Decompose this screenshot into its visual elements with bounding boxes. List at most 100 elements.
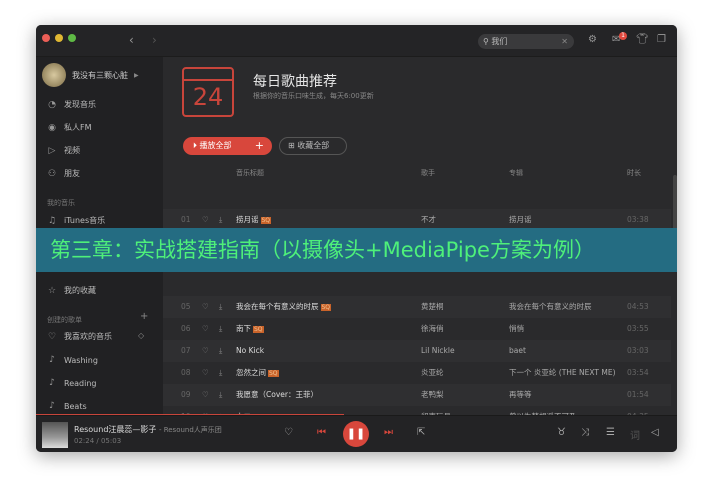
scrollbar[interactable] xyxy=(673,175,677,235)
download-icon[interactable]: ⤓ xyxy=(219,296,222,318)
album-cover[interactable] xyxy=(42,422,68,448)
song-artist[interactable]: Lil Nickle xyxy=(421,340,455,362)
minimize-window-button[interactable] xyxy=(55,34,63,42)
song-album[interactable]: 下一个 炎亚纶 (THE NEXT ME) xyxy=(509,362,616,384)
sidebar-item-discover[interactable]: ◔ 发现音乐 xyxy=(47,99,96,110)
lyrics-icon[interactable]: 词 xyxy=(630,427,640,442)
song-row[interactable]: 07 ♡ ⤓ No Kick Lil Nickle baet 03:03 xyxy=(163,340,671,362)
column-artist[interactable]: 歌手 xyxy=(421,168,435,178)
close-window-button[interactable] xyxy=(42,34,50,42)
add-to-queue-icon[interactable]: + xyxy=(255,137,264,155)
folder-plus-icon: ⊞ xyxy=(288,141,298,150)
search-input[interactable]: ⚲ 我们 ✕ xyxy=(478,34,574,49)
song-duration: 01:54 xyxy=(627,390,649,399)
song-artist[interactable]: 徐海俏 xyxy=(421,318,444,340)
sidebar-item-label: 朋友 xyxy=(64,169,80,178)
column-title[interactable]: 音乐标题 xyxy=(236,168,264,178)
sidebar-item-favorites[interactable]: ☆ 我的收藏 xyxy=(47,285,96,296)
music-note-icon: ♫ xyxy=(47,215,57,226)
shuffle-icon[interactable]: ⤨ xyxy=(581,427,589,438)
back-icon[interactable]: ‹ xyxy=(129,33,134,47)
user-name: 我没有三颗心脏 xyxy=(72,70,128,80)
heart-icon: ♡ xyxy=(47,331,57,342)
heart-icon[interactable]: ♡ xyxy=(202,384,209,406)
song-artist[interactable]: 炎亚纶 xyxy=(421,362,444,384)
song-row[interactable]: 05 ♡ ⤓ 我会在每个有意义的时辰 SQ 黄楚桐 我会在每个有意义的时辰 04:… xyxy=(163,296,671,318)
sidebar-item-label: Washing xyxy=(64,355,98,365)
playlist-queue-icon[interactable]: ☰ xyxy=(606,427,615,438)
sidebar-item-washing[interactable]: ♪ Washing xyxy=(47,355,98,365)
song-row[interactable]: 08 ♡ ⤓ 忽然之间 SQ 炎亚纶 下一个 炎亚纶 (THE NEXT ME) … xyxy=(163,362,671,384)
song-row[interactable]: 06 ♡ ⤓ 南下 SQ 徐海俏 悄悄 03:55 xyxy=(163,318,671,340)
song-title[interactable]: 我愿意（Cover：王菲） xyxy=(236,384,318,406)
song-artist[interactable]: 老鸭梨 xyxy=(421,384,444,406)
song-album[interactable]: 我会在每个有意义的时辰 xyxy=(509,296,592,318)
sidebar-item-video[interactable]: ▷ 视频 xyxy=(47,145,80,156)
playlist-icon: ♪ xyxy=(49,378,55,388)
song-album[interactable]: 再等等 xyxy=(509,384,532,406)
collect-all-label: 收藏全部 xyxy=(297,141,330,150)
chapter-banner: 第三章：实战搭建指南（以摄像头+MediaPipe方案为例） xyxy=(36,228,677,272)
radio-icon: ◉ xyxy=(48,122,56,133)
sound-effect-icon[interactable]: ♉ xyxy=(557,427,566,438)
column-album[interactable]: 专辑 xyxy=(509,168,523,178)
previous-icon[interactable]: ⏮ xyxy=(317,427,326,438)
avatar xyxy=(42,63,66,87)
song-title-text: 我会在每个有意义的时辰 xyxy=(236,302,319,311)
volume-icon[interactable]: ◁ xyxy=(651,427,659,438)
search-value: 我们 xyxy=(491,37,508,46)
forward-icon[interactable]: › xyxy=(152,33,157,47)
user-profile[interactable]: 我没有三颗心脏 ▶ xyxy=(42,63,139,87)
skin-icon[interactable]: 👕︎ xyxy=(636,34,649,45)
pause-button[interactable]: ❚❚ xyxy=(343,421,369,447)
song-album[interactable]: 悄悄 xyxy=(509,318,524,340)
download-icon[interactable]: ⤓ xyxy=(219,384,222,406)
track-number: 05 xyxy=(181,302,191,311)
heart-icon[interactable]: ♡ xyxy=(202,340,209,362)
heart-icon[interactable]: ♡ xyxy=(202,318,209,340)
sidebar-item-reading[interactable]: ♪ Reading xyxy=(47,378,96,388)
sidebar-item-fm[interactable]: ◉ 私人FM xyxy=(47,122,91,133)
now-playing-artist[interactable]: - Resound人声乐团 xyxy=(159,426,222,434)
like-icon[interactable]: ♡ xyxy=(284,427,293,438)
download-icon[interactable]: ⤓ xyxy=(219,362,222,384)
column-duration[interactable]: 时长 xyxy=(627,168,641,178)
sidebar-item-label: Beats xyxy=(64,401,87,411)
song-title-text: 忽然之间 xyxy=(236,368,266,377)
song-row[interactable]: 09 ♡ ⤓ 我愿意（Cover：王菲） 老鸭梨 再等等 01:54 xyxy=(163,384,671,406)
sidebar-item-itunes[interactable]: ♫ iTunes音乐 xyxy=(47,215,105,226)
sidebar-item-beats[interactable]: ♪ Beats xyxy=(47,401,87,411)
song-title[interactable]: 我会在每个有意义的时辰 SQ xyxy=(236,296,332,319)
share-icon[interactable]: ⇱ xyxy=(417,427,425,438)
song-title[interactable]: No Kick xyxy=(236,340,264,362)
heart-icon[interactable]: ♡ xyxy=(202,296,209,318)
sidebar-item-friends[interactable]: ⚇ 朋友 xyxy=(47,168,80,179)
discover-icon: ◔ xyxy=(48,99,56,110)
song-title[interactable]: 南下 SQ xyxy=(236,318,264,341)
sq-badge: SQ xyxy=(320,304,332,311)
sidebar-item-label: Reading xyxy=(64,378,97,388)
notification-badge: 1 xyxy=(619,32,627,40)
song-title-text: No Kick xyxy=(236,346,265,355)
download-icon[interactable]: ⤓ xyxy=(219,318,222,340)
heartbeat-mode-icon[interactable]: ◇ xyxy=(138,331,144,340)
sidebar-item-liked[interactable]: ♡ 我喜欢的音乐 xyxy=(47,331,112,342)
download-icon[interactable]: ⤓ xyxy=(219,340,222,362)
song-artist[interactable]: 黄楚桐 xyxy=(421,296,444,318)
now-playing-title[interactable]: Resound汪晨蕊—影子 xyxy=(74,425,156,434)
song-title[interactable]: 忽然之间 SQ xyxy=(236,362,279,385)
next-icon[interactable]: ⏭ xyxy=(384,427,393,438)
collect-all-button[interactable]: ⊞ 收藏全部 xyxy=(279,137,347,155)
playlist-icon: ♪ xyxy=(49,355,55,365)
play-all-button[interactable]: ⏵ 播放全部 + xyxy=(183,137,272,155)
maximize-window-button[interactable] xyxy=(68,34,76,42)
track-number: 07 xyxy=(181,346,191,355)
heart-icon[interactable]: ♡ xyxy=(202,362,209,384)
clear-search-icon[interactable]: ✕ xyxy=(561,34,568,49)
song-album[interactable]: baet xyxy=(509,340,526,362)
add-playlist-icon[interactable]: + xyxy=(140,311,148,322)
caret-right-icon: ▶ xyxy=(134,71,139,79)
mini-mode-icon[interactable]: ❐ xyxy=(657,34,666,45)
sidebar-item-label: 发现音乐 xyxy=(64,100,96,109)
gear-icon[interactable]: ⚙ xyxy=(588,34,597,45)
